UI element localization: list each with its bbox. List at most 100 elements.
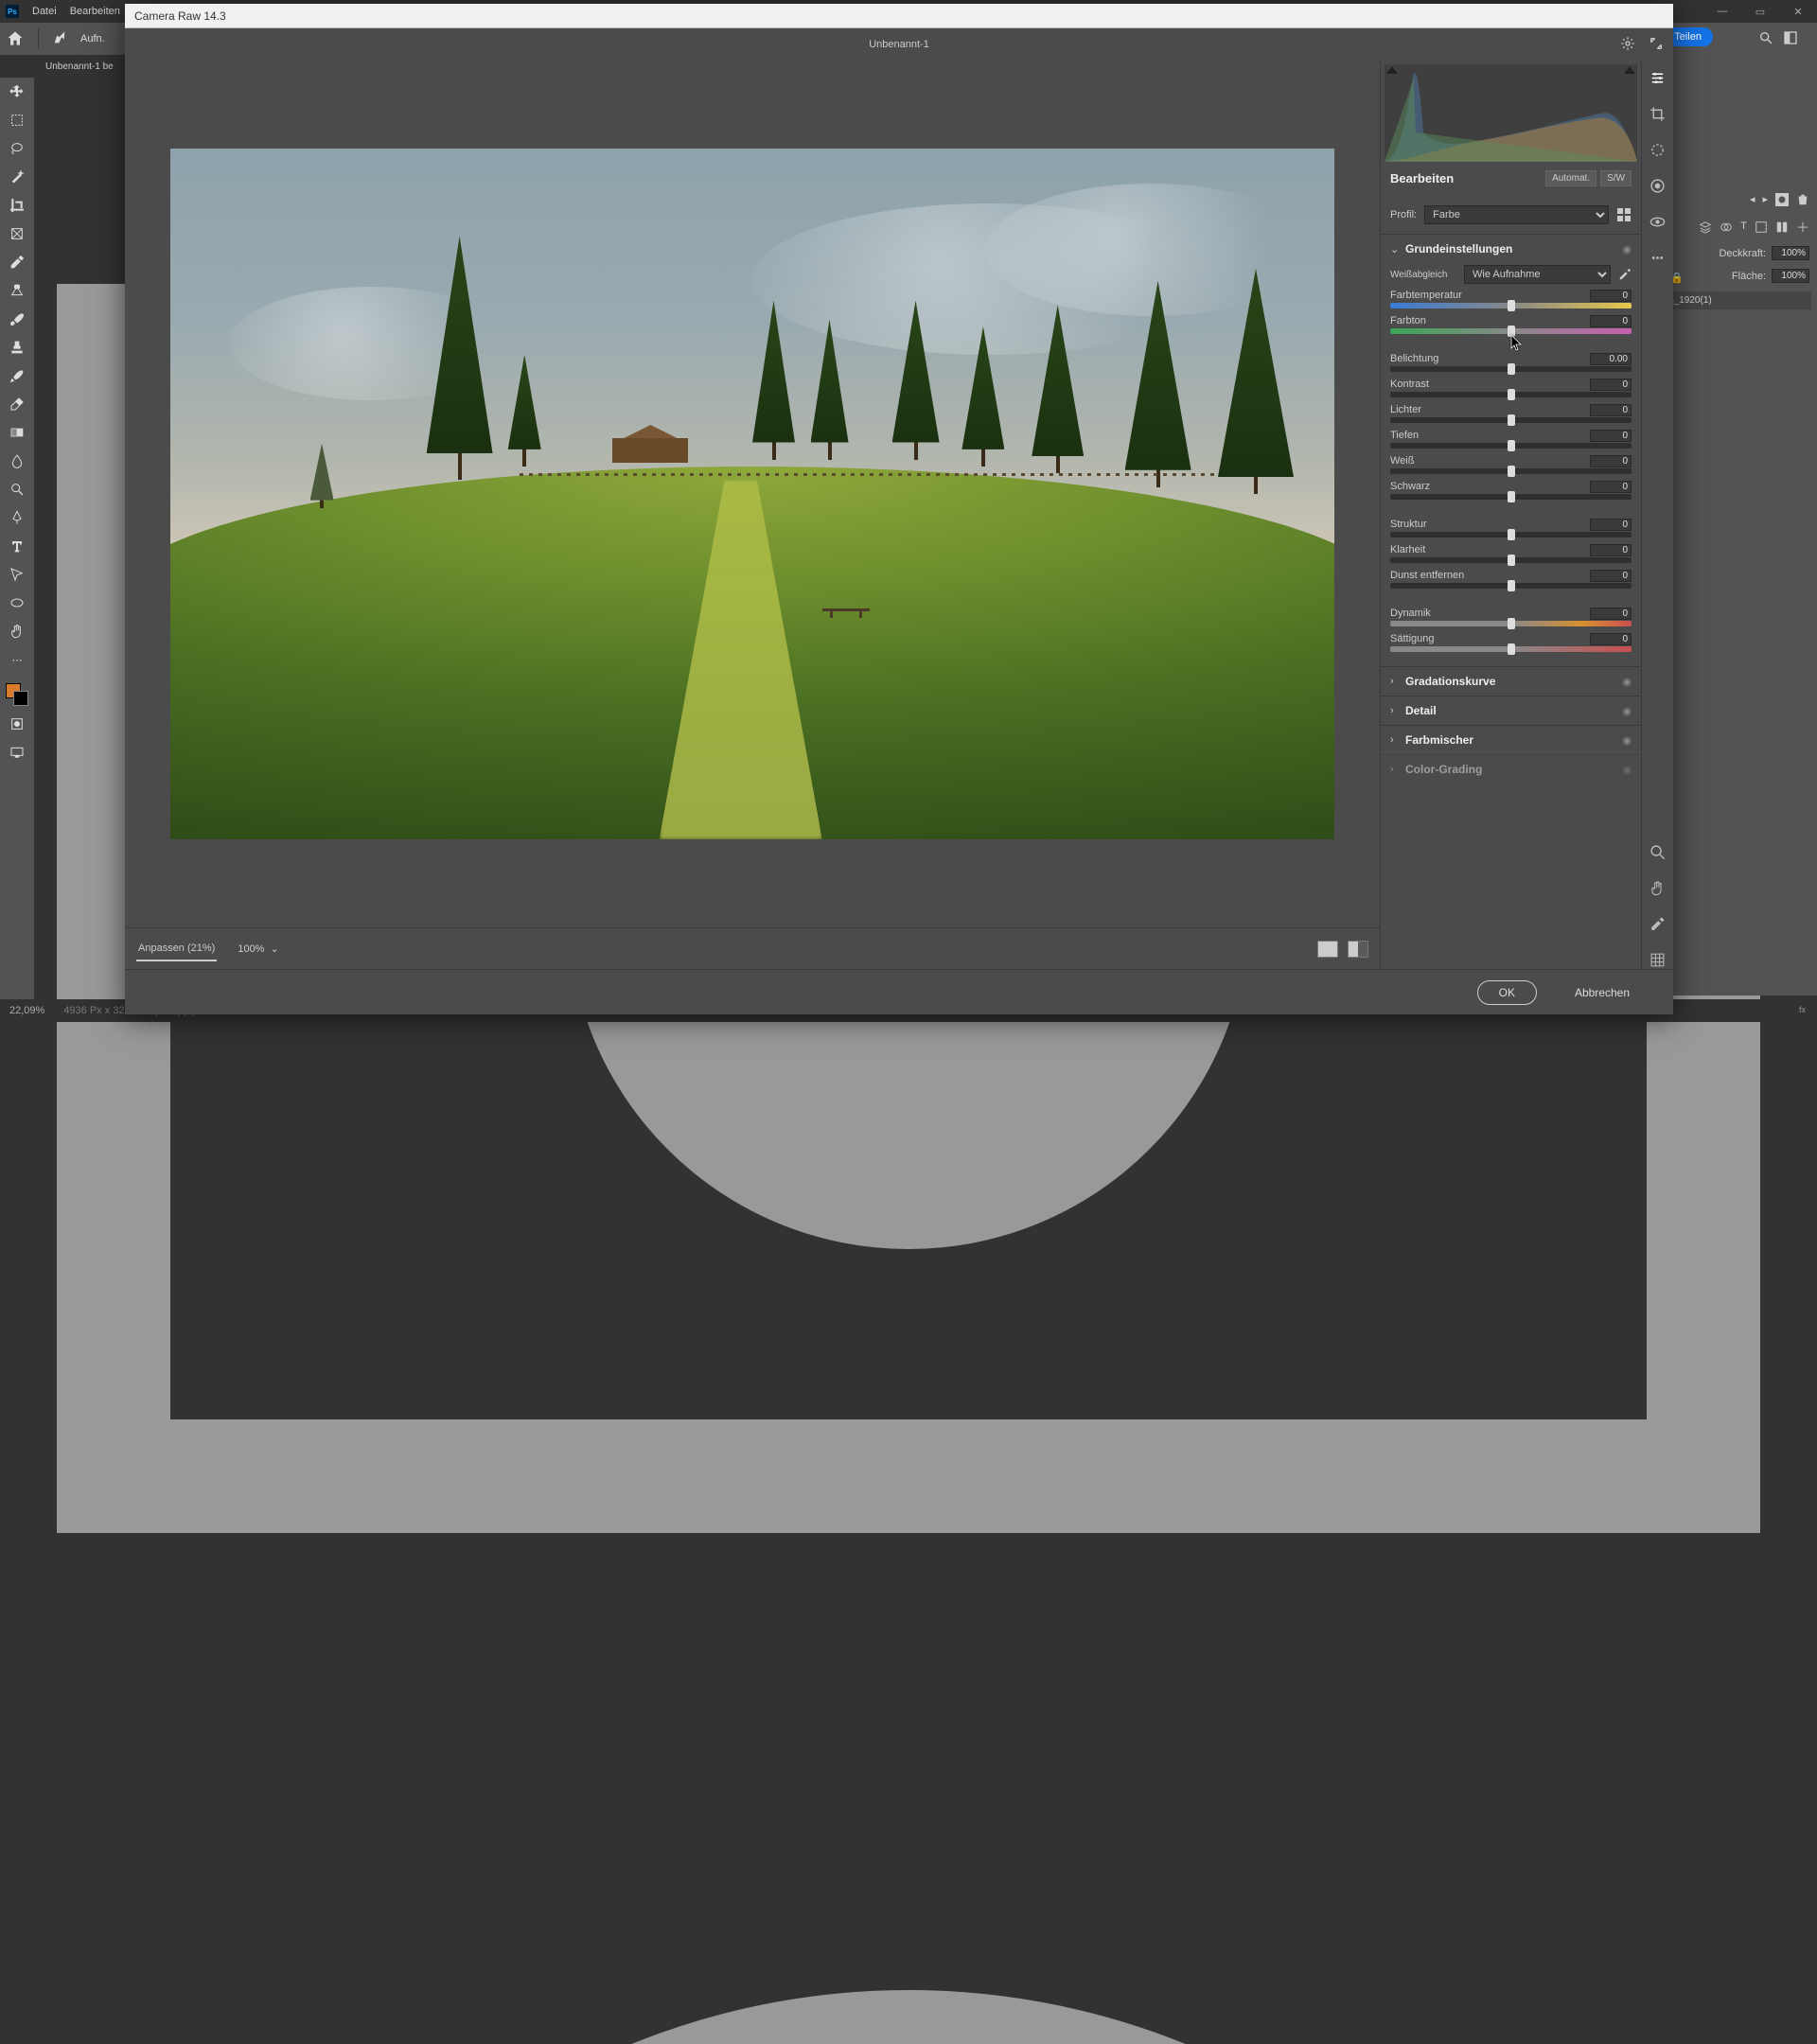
tool-preset-icon[interactable]	[52, 30, 67, 48]
history-brush-icon[interactable]	[6, 365, 28, 386]
highlights-slider[interactable]: Lichter	[1390, 404, 1632, 423]
redeye-tool-icon[interactable]	[1649, 212, 1667, 231]
grading-eye-icon[interactable]: ◉	[1622, 764, 1632, 776]
eyedropper-tool-icon[interactable]	[6, 252, 28, 273]
curve-eye-icon[interactable]: ◉	[1622, 676, 1632, 688]
profile-browser-icon[interactable]	[1616, 207, 1632, 222]
zoom-tool-icon[interactable]	[1649, 842, 1667, 861]
hand-tool-icon[interactable]	[1649, 878, 1667, 897]
highlights-value[interactable]	[1590, 404, 1632, 416]
blur-tool-icon[interactable]	[6, 450, 28, 471]
nav-prev-icon[interactable]: ◂	[1750, 193, 1755, 209]
vibrance-slider[interactable]: Dynamik	[1390, 608, 1632, 626]
type-tool-icon[interactable]	[6, 536, 28, 556]
dehaze-value[interactable]	[1590, 570, 1632, 582]
sampler-tool-icon[interactable]	[1649, 914, 1667, 933]
workspace-icon[interactable]	[1783, 30, 1798, 48]
mixer-section-header[interactable]: ›Farbmischer◉	[1381, 726, 1641, 754]
maximize-button[interactable]: ▭	[1741, 0, 1779, 23]
grading-section-header[interactable]: ›Color-Grading◉	[1381, 755, 1641, 784]
menu-bearbeiten[interactable]: Bearbeiten	[70, 6, 120, 17]
trash-icon[interactable]	[1796, 193, 1809, 209]
detail-section-header[interactable]: ›Detail◉	[1381, 696, 1641, 725]
temp-value[interactable]	[1590, 290, 1632, 302]
fill-input[interactable]	[1772, 269, 1809, 283]
stamp-tool-icon[interactable]	[6, 337, 28, 358]
mask-icon[interactable]	[1775, 193, 1789, 209]
zoom-dropdown-icon[interactable]: ⌄	[270, 943, 278, 955]
eraser-tool-icon[interactable]	[6, 394, 28, 414]
fullscreen-icon[interactable]	[1649, 36, 1664, 54]
presets-icon[interactable]	[1649, 248, 1667, 267]
heal-tool-icon[interactable]	[6, 280, 28, 301]
document-tab[interactable]: Unbenannt-1 be	[36, 55, 114, 78]
zoom-readout[interactable]: 22,09%	[9, 1005, 44, 1016]
tab6-icon[interactable]	[1796, 220, 1809, 237]
wb-select[interactable]: Wie Aufnahme	[1464, 265, 1611, 284]
gradient-tool-icon[interactable]	[6, 422, 28, 443]
contrast-value[interactable]	[1590, 379, 1632, 391]
wb-eyedropper-icon[interactable]	[1618, 268, 1632, 281]
move-tool-icon[interactable]	[6, 81, 28, 102]
frame-tool-icon[interactable]	[6, 223, 28, 244]
mask-tool-icon[interactable]	[1649, 176, 1667, 195]
ok-button[interactable]: OK	[1477, 980, 1537, 1005]
clarity-value[interactable]	[1590, 544, 1632, 556]
basic-header[interactable]: ⌄ Grundeinstellungen ◉	[1381, 235, 1641, 263]
fx-icon[interactable]: fx	[1799, 1003, 1811, 1018]
shadows-slider[interactable]: Tiefen	[1390, 430, 1632, 449]
cancel-button[interactable]: Abbrechen	[1554, 981, 1650, 1004]
clarity-slider[interactable]: Klarheit	[1390, 544, 1632, 563]
exposure-slider[interactable]: Belichtung	[1390, 353, 1632, 372]
home-icon[interactable]	[6, 29, 25, 48]
menu-datei[interactable]: Datei	[32, 6, 57, 17]
preview-canvas[interactable]	[125, 61, 1380, 927]
grid-tool-icon[interactable]	[1649, 950, 1667, 969]
layer-row[interactable]: 683_1920(1)	[1652, 291, 1811, 309]
shadows-value[interactable]	[1590, 430, 1632, 442]
quickmask-icon[interactable]	[6, 714, 28, 734]
path-tool-icon[interactable]	[6, 564, 28, 585]
tint-value[interactable]	[1590, 315, 1632, 327]
color-swatch[interactable]	[6, 683, 28, 706]
screenmode-icon[interactable]	[6, 742, 28, 763]
pen-tool-icon[interactable]	[6, 507, 28, 528]
minimize-button[interactable]: ―	[1703, 0, 1741, 23]
nav-next-icon[interactable]: ▸	[1762, 193, 1768, 209]
tint-slider[interactable]: Farbton	[1390, 315, 1632, 334]
layers-tab-icon[interactable]	[1699, 220, 1712, 237]
whites-value[interactable]	[1590, 455, 1632, 467]
saturation-value[interactable]	[1590, 633, 1632, 645]
mixer-eye-icon[interactable]: ◉	[1622, 734, 1632, 747]
settings-gear-icon[interactable]	[1620, 36, 1635, 54]
crop-tool-icon[interactable]	[1649, 104, 1667, 123]
blacks-value[interactable]	[1590, 481, 1632, 493]
edit-sliders-icon[interactable]	[1649, 68, 1667, 87]
heal-tool-icon[interactable]	[1649, 140, 1667, 159]
saturation-slider[interactable]: Sättigung	[1390, 633, 1632, 652]
zoom-value[interactable]: 100%	[238, 943, 264, 955]
single-view-button[interactable]	[1317, 941, 1338, 958]
paths-tab-icon[interactable]: T	[1740, 220, 1747, 237]
channels-tab-icon[interactable]	[1720, 220, 1733, 237]
exposure-value[interactable]	[1590, 353, 1632, 365]
hand-tool-icon[interactable]	[6, 621, 28, 642]
bw-button[interactable]: S/W	[1600, 170, 1632, 186]
fit-tab[interactable]: Anpassen (21%)	[136, 937, 217, 961]
vibrance-value[interactable]	[1590, 608, 1632, 620]
tab5-icon[interactable]	[1775, 220, 1789, 237]
detail-eye-icon[interactable]: ◉	[1622, 705, 1632, 717]
dodge-tool-icon[interactable]	[6, 479, 28, 500]
profile-select[interactable]: Farbe	[1424, 205, 1609, 224]
dehaze-slider[interactable]: Dunst entfernen	[1390, 570, 1632, 589]
wand-tool-icon[interactable]	[6, 167, 28, 187]
temp-slider[interactable]: Farbtemperatur	[1390, 290, 1632, 308]
shape-tool-icon[interactable]	[6, 592, 28, 613]
opacity-input[interactable]	[1772, 246, 1809, 260]
search-icon[interactable]	[1758, 30, 1773, 48]
tab4-icon[interactable]	[1755, 220, 1768, 237]
whites-slider[interactable]: Weiß	[1390, 455, 1632, 474]
marquee-tool-icon[interactable]	[6, 110, 28, 131]
mask-add-icon[interactable]	[0, 1808, 1817, 1820]
auto-button[interactable]: Automat.	[1545, 170, 1596, 186]
